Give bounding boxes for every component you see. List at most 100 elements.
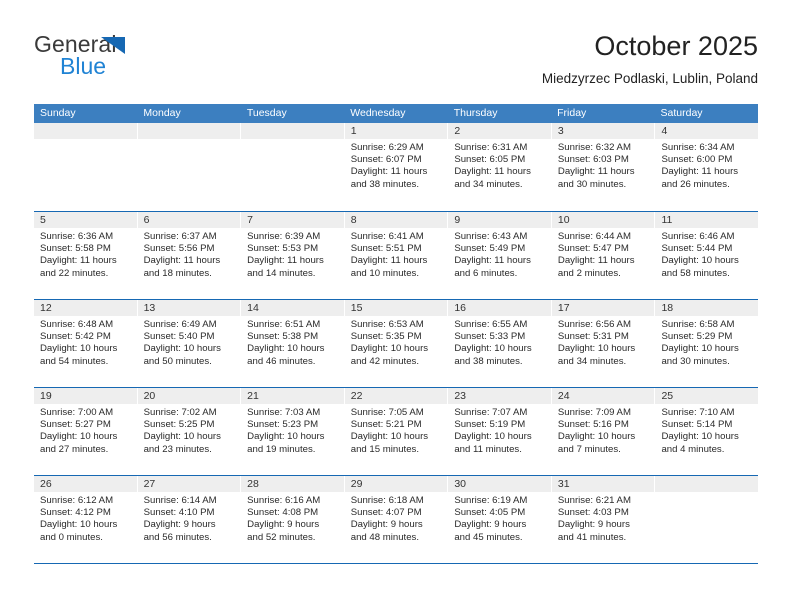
weekday-header-row: Sunday Monday Tuesday Wednesday Thursday Frid…	[34, 104, 758, 123]
sunset-text: Sunset: 4:08 PM	[247, 507, 319, 519]
sunset-text: Sunset: 5:31 PM	[557, 331, 629, 343]
day-cell-7[interactable]: 7 Sunrise: 6:39 AM Sunset: 5:53 PM Daylight…	[241, 212, 345, 299]
sunset-text: Sunset: 4:07 PM	[350, 507, 422, 519]
day-cell-12[interactable]: 12 Sunrise: 6:48 AM Sunset: 5:42 PM Dayligh…	[34, 300, 138, 387]
weekday-header-sunday: Sunday	[40, 107, 76, 119]
day-details: Sunrise: 6:46 AM Sunset: 5:44 PM Daylight:…	[655, 228, 758, 280]
day-number: 14	[247, 302, 259, 314]
day-cell-5[interactable]: 5 Sunrise: 6:36 AM Sunset: 5:58 PM Daylight…	[34, 212, 138, 299]
sunrise-text: Sunrise: 6:37 AM	[143, 231, 217, 242]
day-cell-empty	[137, 123, 242, 211]
daylight-text: Daylight: 11 hours	[350, 255, 428, 267]
day-cell-18[interactable]: 18 Sunrise: 6:58 AM Sunset: 5:29 PM Dayligh…	[655, 300, 759, 387]
day-cell-29[interactable]: 29 Sunrise: 6:18 AM Sunset: 4:07 PM Dayligh…	[344, 476, 449, 563]
grid-bottom-border	[34, 563, 758, 564]
day-cell-14[interactable]: 14 Sunrise: 6:51 AM Sunset: 5:38 PM Dayligh…	[241, 300, 345, 387]
day-number-strip: 10	[551, 212, 655, 228]
daylight-text-cont: and 19 minutes.	[247, 443, 316, 455]
sunset-text: Sunset: 5:56 PM	[143, 243, 215, 255]
day-cell-1[interactable]: 1 Sunrise: 6:29 AM Sunset: 6:07 PM Daylight…	[344, 123, 449, 211]
day-details: Sunrise: 7:09 AM Sunset: 5:16 PM Daylight:…	[552, 404, 655, 456]
sunrise-text: Sunrise: 6:44 AM	[557, 231, 631, 242]
daylight-text: Daylight: 10 hours	[40, 519, 118, 531]
day-details: Sunrise: 6:14 AM Sunset: 4:10 PM Daylight:…	[138, 492, 241, 544]
brand-logo[interactable]: General Blue	[34, 33, 264, 83]
day-cell-8[interactable]: 8 Sunrise: 6:41 AM Sunset: 5:51 PM Daylight…	[344, 212, 449, 299]
day-details: Sunrise: 6:48 AM Sunset: 5:42 PM Daylight:…	[34, 316, 137, 368]
day-details: Sunrise: 7:07 AM Sunset: 5:19 PM Daylight:…	[448, 404, 551, 456]
day-cell-31[interactable]: 31 Sunrise: 6:21 AM Sunset: 4:03 PM Dayligh…	[551, 476, 656, 563]
day-cell-15[interactable]: 15 Sunrise: 6:53 AM Sunset: 5:35 PM Dayligh…	[344, 300, 449, 387]
daylight-text: Daylight: 10 hours	[661, 431, 739, 443]
sunrise-text: Sunrise: 7:07 AM	[454, 407, 528, 418]
day-cell-2[interactable]: 2 Sunrise: 6:31 AM Sunset: 6:05 PM Daylight…	[448, 123, 552, 211]
day-number-strip: 14	[241, 300, 344, 316]
title-block: October 2025 Miedzyrzec Podlaski, Lublin…	[542, 30, 758, 88]
sunrise-text: Sunrise: 6:16 AM	[247, 495, 321, 506]
day-details: Sunrise: 6:51 AM Sunset: 5:38 PM Daylight:…	[241, 316, 344, 368]
day-cell-16[interactable]: 16 Sunrise: 6:55 AM Sunset: 5:33 PM Dayligh…	[448, 300, 552, 387]
day-details: Sunrise: 7:05 AM Sunset: 5:21 PM Daylight:…	[345, 404, 448, 456]
day-cell-9[interactable]: 9 Sunrise: 6:43 AM Sunset: 5:49 PM Daylight…	[448, 212, 552, 299]
sunset-text: Sunset: 5:44 PM	[661, 243, 733, 255]
day-number-strip: 13	[137, 300, 241, 316]
sunset-text: Sunset: 5:49 PM	[454, 243, 526, 255]
day-cell-13[interactable]: 13 Sunrise: 6:49 AM Sunset: 5:40 PM Dayligh…	[137, 300, 242, 387]
day-cell-27[interactable]: 27 Sunrise: 6:14 AM Sunset: 4:10 PM Dayligh…	[137, 476, 242, 563]
day-cell-22[interactable]: 22 Sunrise: 7:05 AM Sunset: 5:21 PM Dayligh…	[344, 388, 449, 475]
day-cell-24[interactable]: 24 Sunrise: 7:09 AM Sunset: 5:16 PM Dayligh…	[551, 388, 656, 475]
day-cell-11[interactable]: 11 Sunrise: 6:46 AM Sunset: 5:44 PM Dayligh…	[655, 212, 759, 299]
sunset-text: Sunset: 4:03 PM	[557, 507, 629, 519]
day-details	[34, 139, 137, 142]
day-details: Sunrise: 6:55 AM Sunset: 5:33 PM Daylight:…	[448, 316, 551, 368]
day-number-strip	[655, 476, 759, 492]
day-cell-25[interactable]: 25 Sunrise: 7:10 AM Sunset: 5:14 PM Dayligh…	[655, 388, 759, 475]
day-cell-26[interactable]: 26 Sunrise: 6:12 AM Sunset: 4:12 PM Dayligh…	[34, 476, 138, 563]
daylight-text-cont: and 34 minutes.	[557, 355, 627, 367]
sunrise-text: Sunrise: 6:32 AM	[557, 142, 631, 153]
sunrise-text: Sunrise: 7:00 AM	[40, 407, 114, 418]
day-cell-10[interactable]: 10 Sunrise: 6:44 AM Sunset: 5:47 PM Dayligh…	[551, 212, 656, 299]
sunrise-text: Sunrise: 6:19 AM	[454, 495, 528, 506]
week-row: 12 Sunrise: 6:48 AM Sunset: 5:42 PM Dayligh…	[34, 299, 759, 387]
daylight-text: Daylight: 9 hours	[557, 519, 630, 531]
day-cell-23[interactable]: 23 Sunrise: 7:07 AM Sunset: 5:19 PM Dayligh…	[448, 388, 552, 475]
day-details: Sunrise: 6:21 AM Sunset: 4:03 PM Daylight:…	[552, 492, 655, 544]
day-cell-6[interactable]: 6 Sunrise: 6:37 AM Sunset: 5:56 PM Daylight…	[137, 212, 242, 299]
day-cell-28[interactable]: 28 Sunrise: 6:16 AM Sunset: 4:08 PM Dayligh…	[241, 476, 345, 563]
day-cell-20[interactable]: 20 Sunrise: 7:02 AM Sunset: 5:25 PM Dayligh…	[137, 388, 242, 475]
daylight-text: Daylight: 11 hours	[557, 166, 635, 178]
day-number: 4	[661, 125, 668, 137]
day-cell-4[interactable]: 4 Sunrise: 6:34 AM Sunset: 6:00 PM Daylight…	[655, 123, 759, 211]
day-cell-3[interactable]: 3 Sunrise: 6:32 AM Sunset: 6:03 PM Daylight…	[551, 123, 656, 211]
day-number: 29	[350, 478, 363, 490]
day-number-strip: 21	[241, 388, 344, 404]
daylight-text-cont: and 14 minutes.	[247, 267, 316, 279]
day-cell-19[interactable]: 19 Sunrise: 7:00 AM Sunset: 5:27 PM Dayligh…	[34, 388, 138, 475]
daylight-text: Daylight: 9 hours	[247, 519, 320, 531]
sunset-text: Sunset: 5:25 PM	[143, 419, 215, 431]
sunset-text: Sunset: 5:23 PM	[247, 419, 319, 431]
daylight-text: Daylight: 10 hours	[454, 431, 532, 443]
daylight-text-cont: and 54 minutes.	[40, 355, 109, 367]
sunrise-text: Sunrise: 6:31 AM	[454, 142, 528, 153]
day-details: Sunrise: 7:02 AM Sunset: 5:25 PM Daylight:…	[138, 404, 241, 456]
daylight-text-cont: and 26 minutes.	[661, 178, 730, 190]
sunset-text: Sunset: 5:53 PM	[247, 243, 319, 255]
sunrise-text: Sunrise: 6:55 AM	[454, 319, 528, 330]
day-details	[655, 492, 758, 495]
daylight-text: Daylight: 10 hours	[454, 343, 532, 355]
daylight-text: Daylight: 10 hours	[661, 343, 739, 355]
day-number: 16	[454, 302, 466, 314]
day-cell-21[interactable]: 21 Sunrise: 7:03 AM Sunset: 5:23 PM Dayligh…	[241, 388, 345, 475]
day-cell-empty	[241, 123, 345, 211]
day-cell-17[interactable]: 17 Sunrise: 6:56 AM Sunset: 5:31 PM Dayligh…	[551, 300, 656, 387]
day-number-strip: 6	[137, 212, 241, 228]
daylight-text: Daylight: 10 hours	[143, 343, 221, 355]
day-cell-30[interactable]: 30 Sunrise: 6:19 AM Sunset: 4:05 PM Dayligh…	[448, 476, 552, 563]
day-number: 2	[454, 125, 461, 137]
sunset-text: Sunset: 4:10 PM	[143, 507, 215, 519]
day-number-strip: 19	[34, 388, 137, 404]
sunset-text: Sunset: 5:29 PM	[661, 331, 733, 343]
day-details: Sunrise: 6:44 AM Sunset: 5:47 PM Daylight:…	[552, 228, 655, 280]
